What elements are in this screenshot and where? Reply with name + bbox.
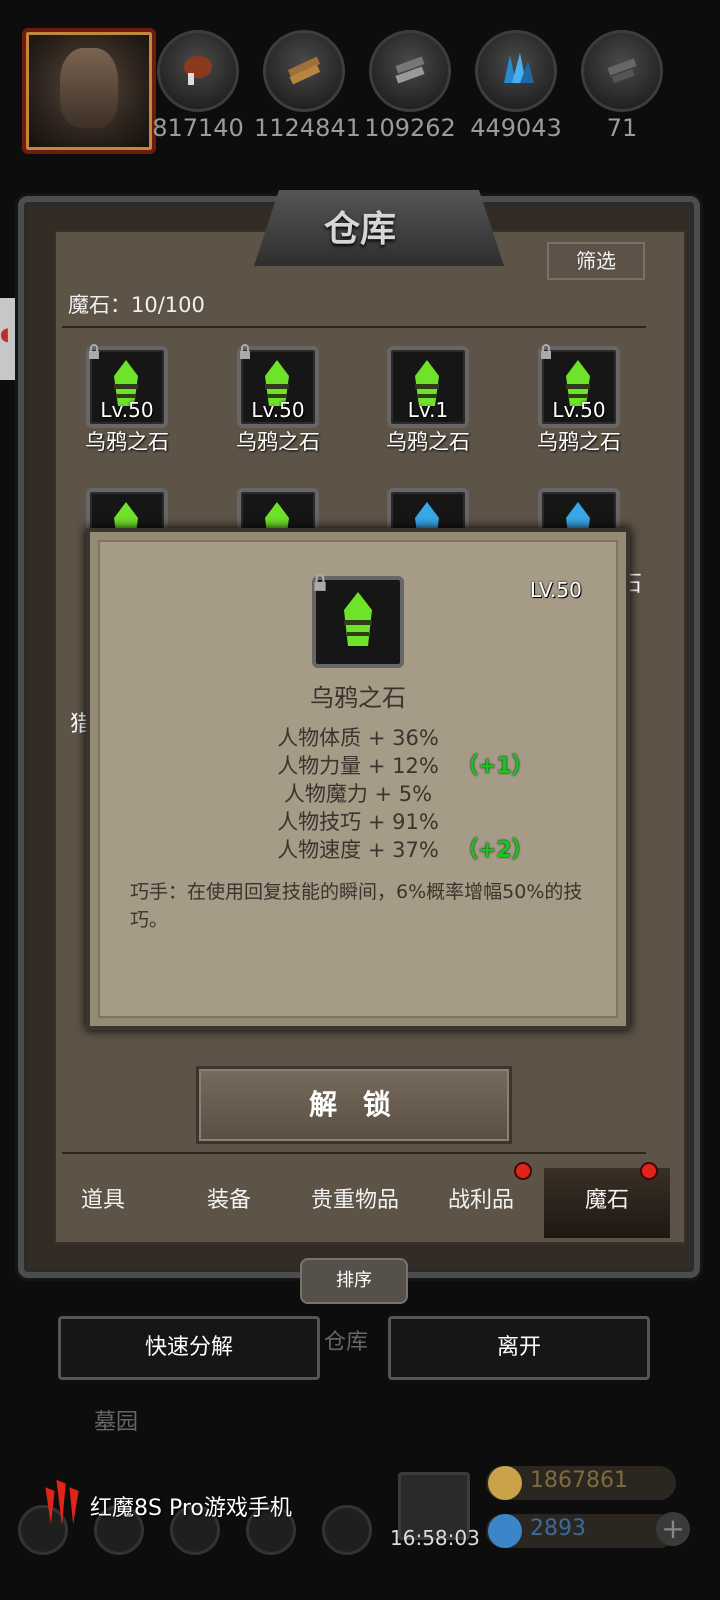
- item-level: Lv.50: [552, 398, 606, 422]
- item-slot: Lv.50: [86, 344, 168, 428]
- nav-icon[interactable]: [322, 1505, 372, 1555]
- stat-text: 人物速度 + 37%: [277, 838, 439, 862]
- player-avatar[interactable]: [22, 28, 156, 154]
- stat-text: 人物魔力 + 5%: [283, 782, 433, 806]
- tab-label: 魔石: [584, 1188, 629, 1213]
- item-name: 乌鸦之石: [85, 430, 169, 454]
- meat-icon: [157, 30, 239, 112]
- resource-value: 1124841: [254, 114, 361, 142]
- tab-label: 道具: [80, 1188, 125, 1213]
- item-level: Lv.50: [100, 398, 154, 422]
- resource-value: 449043: [470, 114, 562, 142]
- tab-label: 贵重物品: [310, 1188, 399, 1213]
- stat-text: 人物力量 + 12%: [277, 754, 439, 778]
- gold-coin-icon: [488, 1466, 522, 1500]
- resource-ore: 71: [572, 30, 672, 142]
- unlock-button[interactable]: 解 锁: [196, 1066, 512, 1144]
- tab-items[interactable]: 道具: [40, 1168, 166, 1238]
- stat-list: 人物体质 + 36% 人物力量 + 12% （+1） 人物魔力 + 5% 人物技巧…: [90, 722, 626, 863]
- stat-bonus: （+2）: [456, 838, 534, 863]
- assist-icon: ◖: [0, 324, 10, 345]
- item-slot: Lv.1: [387, 346, 469, 428]
- resource-value: 71: [606, 114, 638, 142]
- filter-button[interactable]: 筛选: [547, 242, 645, 280]
- resource-value: 109262: [364, 114, 456, 142]
- notification-dot: [516, 1164, 530, 1178]
- lock-icon: [541, 344, 551, 359]
- tab-label: 战利品: [447, 1188, 514, 1213]
- notification-dot: [642, 1164, 656, 1178]
- wood-icon: [263, 30, 345, 112]
- resource-crystal: 449043: [466, 30, 566, 142]
- stone-item[interactable]: Lv.50 乌鸦之石: [524, 344, 634, 456]
- sort-button[interactable]: 排序: [300, 1258, 408, 1304]
- stat-row: 人物魔力 + 5%: [90, 778, 626, 806]
- device-watermark: 红魔8S Pro游戏手机: [90, 1496, 292, 1521]
- resource-iron: 109262: [360, 30, 460, 142]
- stat-row: 人物速度 + 37% （+2）: [90, 834, 626, 863]
- lock-icon: [314, 574, 326, 591]
- tab-magic-stones[interactable]: 魔石: [544, 1164, 670, 1238]
- tab-equipment[interactable]: 装备: [166, 1168, 292, 1238]
- iron-icon: [369, 30, 451, 112]
- lock-icon: [89, 344, 99, 359]
- tooltip-item-slot: [312, 574, 404, 668]
- stone-item[interactable]: Lv.1 乌鸦之石: [373, 346, 483, 456]
- tooltip-item-name: 乌鸦之石: [310, 684, 406, 712]
- tooltip-level: LV.50: [530, 578, 582, 602]
- item-slot: Lv.50: [237, 344, 319, 428]
- leave-button[interactable]: 离开: [388, 1316, 650, 1380]
- blue-gem-icon: [488, 1514, 522, 1548]
- crystal-icon: [475, 30, 557, 112]
- resource-wood: 1124841: [254, 30, 361, 142]
- category-tabs: 道具 装备 贵重物品 战利品 魔石: [40, 1164, 670, 1238]
- stat-row: 人物技巧 + 91%: [90, 806, 626, 834]
- item-name: 乌鸦之石: [537, 430, 621, 454]
- quick-decompose-button[interactable]: 快速分解: [58, 1316, 320, 1380]
- gold-display: 1867861: [486, 1466, 676, 1500]
- tab-label: 装备: [206, 1188, 251, 1213]
- item-slot: Lv.50: [538, 344, 620, 428]
- stat-text: 人物体质 + 36%: [277, 726, 439, 750]
- item-level: Lv.50: [251, 398, 305, 422]
- gold-value: 1867861: [530, 1468, 628, 1493]
- tab-spoils[interactable]: 战利品: [418, 1164, 544, 1238]
- lock-icon: [240, 344, 250, 359]
- crow-stone-icon: [344, 592, 372, 646]
- item-level: Lv.1: [407, 398, 449, 422]
- stat-row: 人物体质 + 36%: [90, 722, 626, 750]
- item-name: 乌鸦之石: [386, 430, 470, 454]
- divider: [62, 326, 646, 328]
- avatar-portrait: [60, 48, 118, 128]
- stone-item[interactable]: Lv.50 乌鸦之石: [72, 344, 182, 456]
- stone-item[interactable]: Lv.50 乌鸦之石: [223, 344, 333, 456]
- red-magic-logo-icon: [45, 1479, 79, 1527]
- background-warehouse-label: 仓库: [324, 1330, 369, 1355]
- divider: [62, 1152, 646, 1154]
- stat-text: 人物技巧 + 91%: [277, 810, 439, 834]
- add-currency-button[interactable]: +: [656, 1512, 690, 1546]
- ore-icon: [581, 30, 663, 112]
- gem-value: 2893: [530, 1516, 586, 1541]
- stone-count: 魔石：10/100: [68, 293, 205, 317]
- skill-description: 巧手：在使用回复技能的瞬间，6%概率增幅50%的技巧。: [130, 881, 583, 931]
- background-cemetery-label: 墓园: [94, 1410, 139, 1435]
- tab-valuables[interactable]: 贵重物品: [292, 1168, 418, 1238]
- resource-meat: 817140: [148, 30, 248, 142]
- item-name: 乌鸦之石: [236, 430, 320, 454]
- stat-row: 人物力量 + 12% （+1）: [90, 750, 626, 779]
- gem-display: 2893: [486, 1514, 676, 1548]
- item-detail-tooltip: LV.50 乌鸦之石 人物体质 + 36% 人物力量 + 12% （+1） 人物魔…: [86, 528, 630, 1030]
- stat-bonus: （+1）: [456, 754, 534, 779]
- resource-value: 817140: [152, 114, 244, 142]
- clock: 16:58:03: [390, 1526, 480, 1550]
